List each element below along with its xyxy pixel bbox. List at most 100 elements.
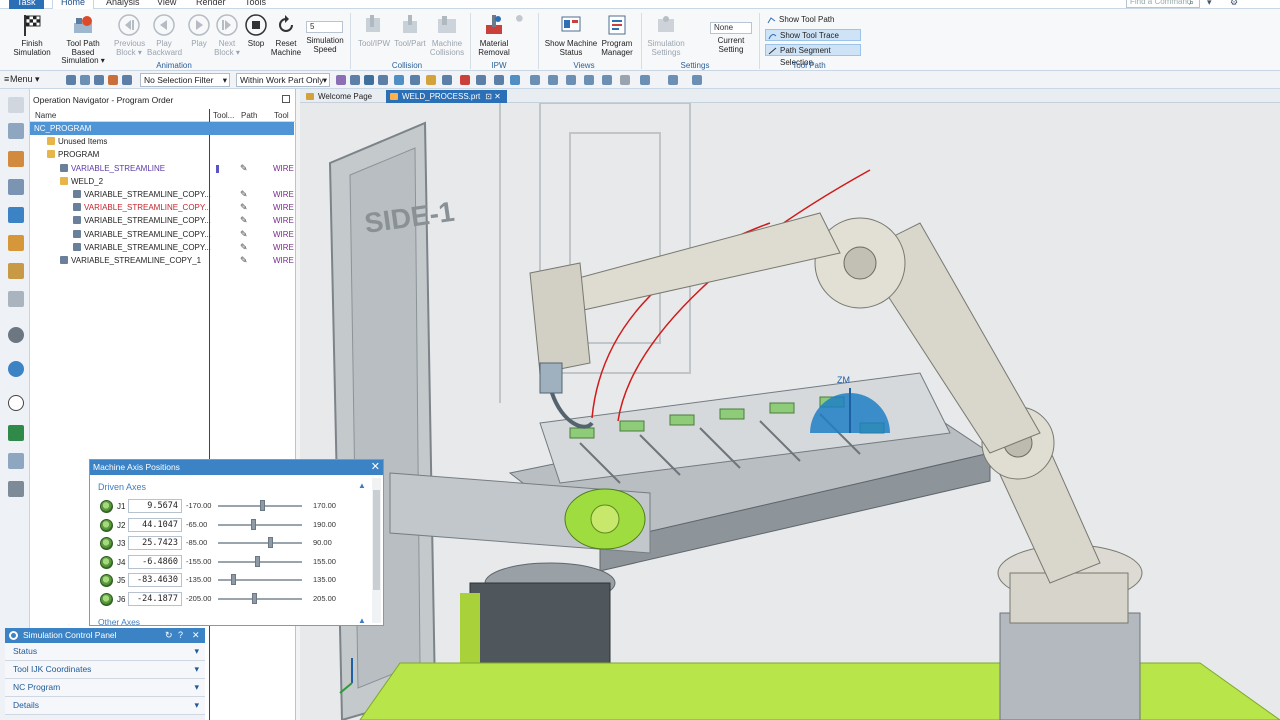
selection-filter-select[interactable]: No Selection Filter ▾ <box>140 73 230 87</box>
menu-button[interactable]: Menu ▾ <box>10 74 40 85</box>
axis-slider-thumb[interactable] <box>255 555 261 567</box>
tab-home[interactable]: Home <box>52 0 95 9</box>
navigator-row[interactable]: VARIABLE_STREAMLINE_COPY... ✎ WIRE <box>30 188 294 201</box>
view-render-icon[interactable] <box>620 75 630 85</box>
tab-weld-process-prt[interactable]: WELD_PROCESS.prt ⊡ ✕ <box>386 90 507 103</box>
axis-slider-thumb[interactable] <box>259 500 265 511</box>
reset-machine-button[interactable]: Reset Machine <box>270 13 302 57</box>
snap-quadrant-icon[interactable] <box>426 75 436 85</box>
axis-scrollbar[interactable] <box>372 478 381 623</box>
current-setting-button[interactable]: Current Setting <box>710 36 752 54</box>
tab-welcome-page[interactable]: Welcome Page <box>302 90 378 103</box>
search-icon[interactable]: ⌕ <box>1189 0 1194 8</box>
view-orient-icon[interactable] <box>602 75 612 85</box>
tab-tools[interactable]: Tools <box>237 0 274 9</box>
process-studio-icon[interactable] <box>8 453 24 469</box>
resource-expand-icon[interactable] <box>8 97 24 113</box>
axis-value-field[interactable]: 44.1047 <box>128 517 182 532</box>
maximize-icon[interactable] <box>282 95 290 103</box>
section-tool-ijk-coordinates[interactable]: Tool IJK Coordinates ▾ <box>5 661 205 679</box>
column-tool[interactable]: Tool <box>274 111 289 120</box>
axis-slider-thumb[interactable] <box>251 592 257 604</box>
column-path[interactable]: Path <box>241 111 257 120</box>
show-tool-path-button[interactable]: Show Tool Path <box>765 14 861 26</box>
axis-slider-track[interactable] <box>218 523 302 526</box>
show-machine-status-button[interactable]: Show Machine Status <box>544 13 598 57</box>
axis-value-field[interactable]: -24.1877 <box>128 591 182 606</box>
section-status[interactable]: Status ▾ <box>5 643 205 661</box>
play-button[interactable]: Play <box>186 13 212 49</box>
view-style-icon[interactable] <box>640 75 650 85</box>
manufacturing-wizard-icon[interactable] <box>8 481 24 497</box>
view-pan-icon[interactable] <box>566 75 576 85</box>
axis-slider-thumb[interactable] <box>230 574 236 585</box>
axis-value-field[interactable]: -6.4860 <box>128 554 182 569</box>
help-icon[interactable]: ? <box>178 628 183 643</box>
navigator-row[interactable]: VARIABLE_STREAMLINE_COPY... ✎ WIRE <box>30 241 294 254</box>
snap-on-curve-icon[interactable] <box>442 75 452 85</box>
section-details[interactable]: Details ▾ <box>5 697 205 715</box>
selection-scope-select[interactable]: Within Work Part Only ▾ <box>236 73 330 87</box>
chevron-down-icon[interactable]: ▾ <box>194 661 199 678</box>
navigator-row[interactable]: Unused Items <box>30 135 294 148</box>
chevron-up-icon[interactable]: ▲ <box>358 481 366 490</box>
axis-value-field[interactable]: 25.7423 <box>128 536 182 550</box>
panel-drag-icon[interactable] <box>9 631 18 640</box>
navigator-row[interactable]: PROGRAM <box>30 148 294 161</box>
material-removal-button[interactable]: Material Removal <box>477 13 511 57</box>
program-manager-button[interactable]: Program Manager <box>600 13 634 57</box>
finish-simulation-button[interactable]: Finish Simulation <box>13 13 51 57</box>
web-browser-icon[interactable] <box>8 361 24 377</box>
chevron-down-icon[interactable]: ▾ <box>194 679 199 696</box>
snap-control-icon[interactable] <box>378 75 388 85</box>
navigator-row[interactable]: VARIABLE_STREAMLINE_COPY... ✎ WIRE <box>30 201 294 214</box>
tool-ipw-collision-button[interactable]: Tool/IPW <box>356 13 392 49</box>
chevron-up-icon[interactable]: ▲ <box>358 616 366 625</box>
navigator-row[interactable]: VARIABLE_STREAMLINE_COPY... ✎ WIRE <box>30 214 294 227</box>
column-name[interactable]: Name <box>35 111 56 120</box>
tab-render[interactable]: Render <box>188 0 234 9</box>
play-backward-button[interactable]: Play Backward <box>147 13 182 57</box>
view-fit-icon[interactable] <box>530 75 540 85</box>
part-navigator-icon[interactable] <box>8 151 24 167</box>
path-segment-selection-button[interactable]: Path Segment Selection <box>765 44 861 67</box>
axis-slider-thumb[interactable] <box>251 518 257 530</box>
simulation-speed-select[interactable]: 5 <box>306 21 343 33</box>
operation-navigator-icon[interactable] <box>8 207 24 223</box>
next-block-button[interactable]: Next Block ▾ <box>214 13 240 57</box>
snap-point-icon[interactable] <box>336 75 346 85</box>
snap-face-icon[interactable] <box>476 75 486 85</box>
section-nc-program[interactable]: NC Program ▾ <box>5 679 205 697</box>
scrollbar-thumb[interactable] <box>373 490 380 590</box>
navigator-row[interactable]: WELD_2 <box>30 175 294 188</box>
graphics-viewport[interactable]: Welcome Page WELD_PROCESS.prt ⊡ ✕ SIDE-1 <box>300 89 1280 720</box>
toolpath-based-simulation-button[interactable]: Tool Path Based Simulation ▾ <box>54 13 112 66</box>
chevron-down-icon[interactable]: ▾ <box>194 697 199 714</box>
view-section-icon[interactable] <box>668 75 678 85</box>
stop-button[interactable]: Stop <box>243 13 269 49</box>
view-zoom-icon[interactable] <box>548 75 558 85</box>
snap-pole-icon[interactable] <box>510 75 520 85</box>
tab-analysis[interactable]: Analysis <box>98 0 148 9</box>
tab-task[interactable]: Task <box>9 0 44 9</box>
view-layer-icon[interactable] <box>692 75 702 85</box>
axis-slider-track[interactable] <box>218 542 302 544</box>
snap-intersect-icon[interactable] <box>394 75 404 85</box>
window-controls[interactable]: ▾ ⚙ <box>1207 0 1246 8</box>
axis-value-field[interactable]: 9.5674 <box>128 499 182 513</box>
ipw-secondary-button[interactable] <box>512 13 532 32</box>
refresh-icon[interactable]: ↻ <box>165 628 173 643</box>
column-tool-change[interactable]: Tool... <box>213 111 234 120</box>
close-icon[interactable]: ✕ <box>192 628 200 643</box>
close-icon[interactable]: ⊡ ✕ <box>485 92 501 101</box>
axis-value-field[interactable]: -83.4630 <box>128 573 182 587</box>
select-feature-icon[interactable] <box>108 75 118 85</box>
history-icon[interactable] <box>8 291 24 307</box>
snap-mid-icon[interactable] <box>364 75 374 85</box>
machine-collisions-button[interactable]: Machine Collisions <box>428 13 466 57</box>
simulation-settings-button[interactable]: Simulation Settings <box>646 13 686 57</box>
close-icon[interactable]: ✕ <box>371 460 380 475</box>
current-setting-select[interactable]: None <box>710 22 752 34</box>
navigator-row[interactable]: VARIABLE_STREAMLINE ✎ WIRE <box>30 162 294 175</box>
machine-tool-navigator-icon[interactable] <box>8 179 24 195</box>
